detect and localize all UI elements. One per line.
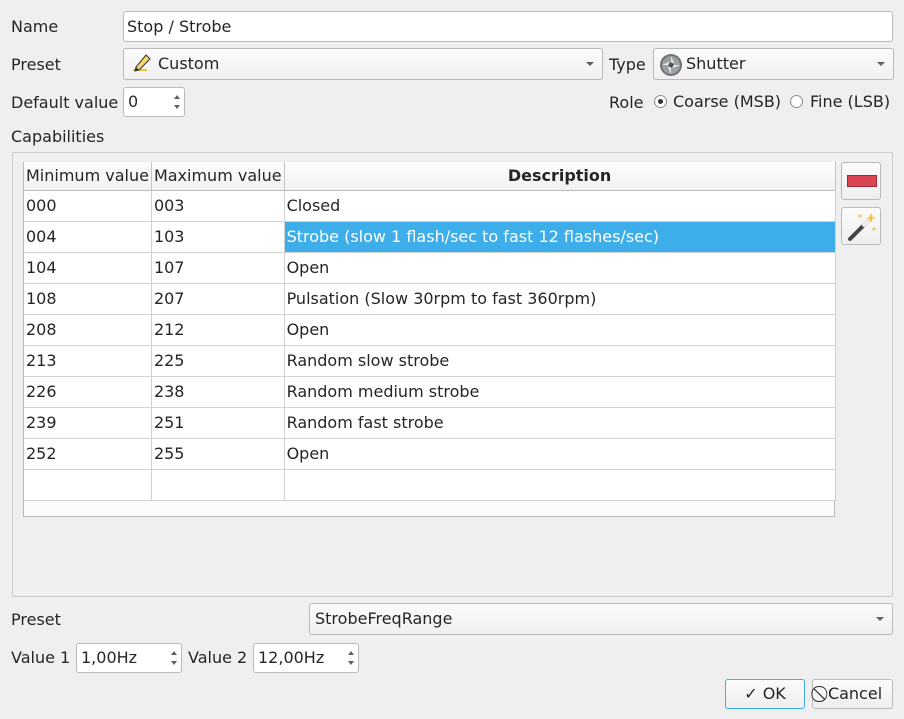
- preset-value: Custom: [158, 54, 220, 73]
- role-coarse-radio[interactable]: [654, 95, 667, 108]
- table-row[interactable]: 004 103 Strobe (slow 1 flash/sec to fast 1…: [24, 221, 836, 253]
- value2-label: Value 2: [188, 648, 248, 667]
- cap-preset-label: Preset: [11, 610, 61, 629]
- role-fine-label[interactable]: Fine (LSB): [810, 92, 890, 112]
- preset-combo[interactable]: Custom: [123, 48, 603, 80]
- remove-capability-button[interactable]: [841, 162, 881, 200]
- cell-description[interactable]: Random medium strobe: [284, 376, 836, 408]
- default-value-text: 0: [128, 92, 139, 111]
- arrow-down-icon[interactable]: [348, 661, 354, 665]
- name-label: Name: [11, 17, 59, 36]
- table-row[interactable]: 213 225 Random slow strobe: [24, 345, 836, 377]
- table-row[interactable]: 226 238 Random medium strobe: [24, 376, 836, 408]
- value1-spinbox[interactable]: 1,00Hz: [76, 643, 182, 673]
- cell-max[interactable]: 107: [151, 252, 285, 284]
- table-row[interactable]: 239 251 Random fast strobe: [24, 407, 836, 439]
- cell-description[interactable]: Open: [284, 252, 836, 284]
- cell-description[interactable]: Pulsation (Slow 30rpm to fast 360rpm): [284, 283, 836, 315]
- cancel-label: Cancel: [827, 684, 883, 703]
- role-fine-radio[interactable]: [790, 95, 803, 108]
- cell-description[interactable]: Random fast strobe: [284, 407, 836, 439]
- cell-max[interactable]: 103: [151, 221, 285, 253]
- chevron-down-icon: [586, 62, 594, 66]
- chevron-down-icon: [876, 617, 884, 621]
- table-row[interactable]: [24, 469, 836, 501]
- cell-description[interactable]: Open: [284, 438, 836, 470]
- default-value-label: Default value: [11, 93, 119, 112]
- arrow-up-icon[interactable]: [171, 651, 177, 655]
- cell-description[interactable]: Open: [284, 314, 836, 346]
- column-header-min[interactable]: Minimum value: [24, 162, 152, 191]
- cell-max[interactable]: 212: [151, 314, 285, 346]
- cell-min[interactable]: 000: [24, 190, 152, 222]
- cell-min[interactable]: 004: [24, 221, 152, 253]
- cell-description[interactable]: Strobe (slow 1 flash/sec to fast 12 flas…: [284, 221, 836, 253]
- value2-spinbox[interactable]: 12,00Hz: [253, 643, 359, 673]
- cell-max[interactable]: 251: [151, 407, 285, 439]
- magic-wand-icon: [846, 211, 878, 243]
- cell-description[interactable]: [284, 469, 836, 501]
- cell-max[interactable]: 003: [151, 190, 285, 222]
- name-input[interactable]: Stop / Strobe: [123, 11, 893, 42]
- cell-min[interactable]: 239: [24, 407, 152, 439]
- capabilities-label: Capabilities: [11, 127, 105, 146]
- ok-label: OK: [762, 684, 786, 703]
- arrow-up-icon[interactable]: [174, 95, 180, 99]
- value1-label: Value 1: [11, 648, 71, 667]
- cell-min[interactable]: 213: [24, 345, 152, 377]
- table-row[interactable]: 108 207 Pulsation (Slow 30rpm to fast 360r…: [24, 283, 836, 315]
- remove-icon: [847, 175, 877, 187]
- cell-max[interactable]: 207: [151, 283, 285, 315]
- table-row[interactable]: 252 255 Open: [24, 438, 836, 470]
- shutter-icon: [659, 53, 683, 77]
- table-row[interactable]: 208 212 Open: [24, 314, 836, 346]
- arrow-up-icon[interactable]: [348, 651, 354, 655]
- cell-max[interactable]: 238: [151, 376, 285, 408]
- cell-min[interactable]: 226: [24, 376, 152, 408]
- value2-text: 12,00Hz: [258, 648, 325, 667]
- cell-min[interactable]: 108: [24, 283, 152, 315]
- ok-button[interactable]: ✓ OK: [725, 679, 805, 709]
- capabilities-table: Minimum value Maximum value Description …: [24, 162, 836, 501]
- cell-max[interactable]: [151, 469, 285, 501]
- preset-label: Preset: [11, 55, 61, 74]
- value1-text: 1,00Hz: [81, 648, 138, 667]
- role-label: Role: [609, 93, 644, 112]
- spin-buttons[interactable]: [167, 644, 181, 672]
- cell-min[interactable]: [24, 469, 152, 501]
- column-header-max[interactable]: Maximum value: [151, 162, 285, 191]
- type-combo[interactable]: Shutter: [653, 48, 894, 80]
- cell-max[interactable]: 255: [151, 438, 285, 470]
- role-coarse-label[interactable]: Coarse (MSB): [673, 92, 781, 112]
- default-value-spinbox[interactable]: 0: [123, 87, 185, 117]
- cell-min[interactable]: 208: [24, 314, 152, 346]
- spin-buttons[interactable]: [170, 88, 184, 116]
- cell-max[interactable]: 225: [151, 345, 285, 377]
- column-header-description[interactable]: Description: [284, 162, 836, 191]
- table-row[interactable]: 104 107 Open: [24, 252, 836, 284]
- pencil-icon: [131, 53, 153, 75]
- chevron-down-icon: [877, 62, 885, 66]
- table-row[interactable]: 000 003 Closed: [24, 190, 836, 222]
- cell-description[interactable]: Closed: [284, 190, 836, 222]
- cell-min[interactable]: 252: [24, 438, 152, 470]
- cap-preset-combo[interactable]: StrobeFreqRange: [309, 603, 893, 635]
- cell-description[interactable]: Random slow strobe: [284, 345, 836, 377]
- type-label: Type: [609, 55, 646, 74]
- arrow-down-icon[interactable]: [171, 661, 177, 665]
- wizard-button[interactable]: [841, 207, 881, 245]
- arrow-down-icon[interactable]: [174, 105, 180, 109]
- type-value: Shutter: [686, 54, 746, 73]
- spin-buttons[interactable]: [344, 644, 358, 672]
- cap-preset-value: StrobeFreqRange: [315, 609, 453, 628]
- cell-min[interactable]: 104: [24, 252, 152, 284]
- check-icon: ✓: [744, 684, 758, 703]
- cancel-button[interactable]: ⃠ Cancel: [812, 679, 893, 709]
